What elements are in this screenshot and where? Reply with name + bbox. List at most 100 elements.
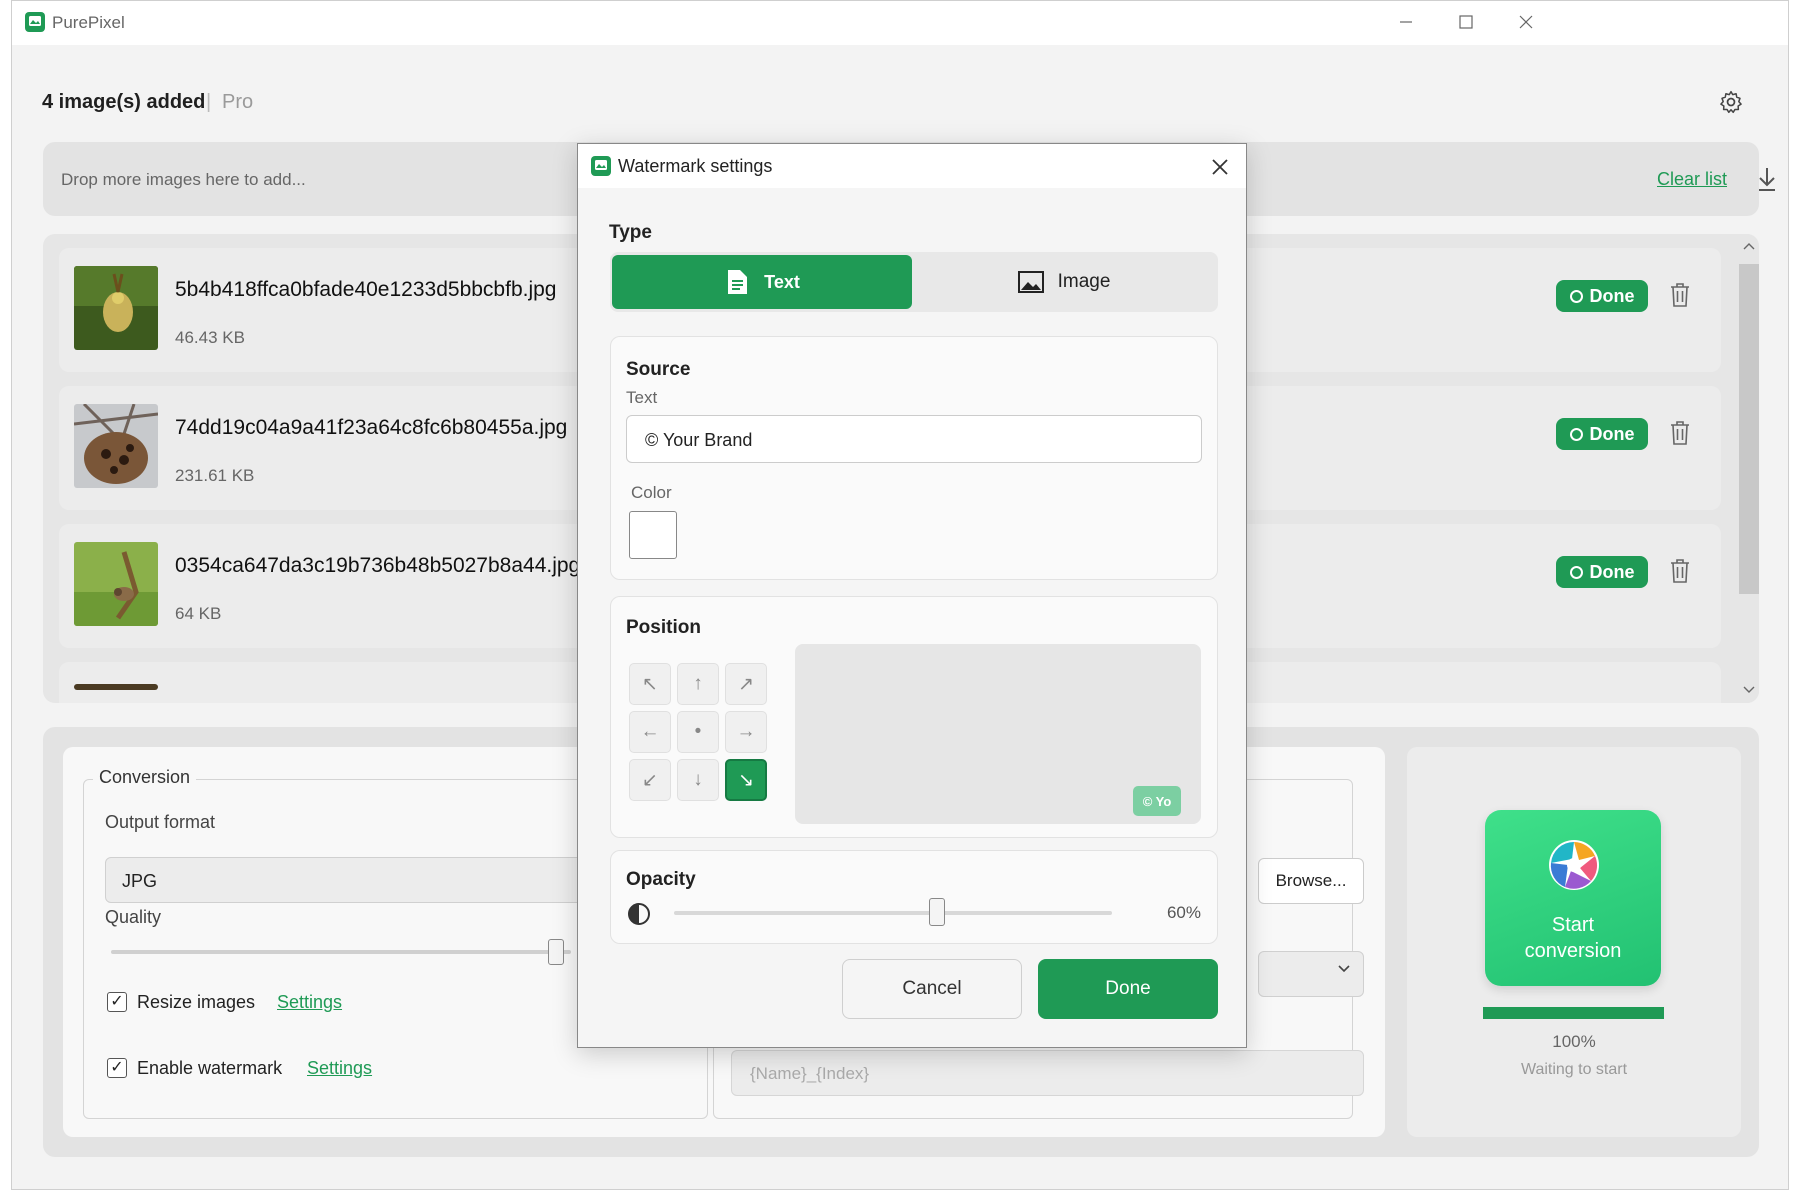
done-button[interactable]: Done xyxy=(1038,959,1218,1019)
opacity-card: Opacity 60% xyxy=(610,850,1218,944)
close-window-button[interactable] xyxy=(1504,7,1548,37)
file-name: 0354ca647da3c19b736b48b5027b8a44.jpg xyxy=(175,554,581,577)
color-label: Color xyxy=(631,483,672,502)
close-icon xyxy=(1519,15,1533,29)
chevron-down-icon xyxy=(1338,965,1350,973)
file-thumbnail xyxy=(74,542,158,626)
position-top-center-button[interactable]: ↑ xyxy=(677,663,719,705)
resize-settings-link[interactable]: Settings xyxy=(277,992,342,1013)
status-badge: Done xyxy=(1556,556,1648,588)
list-scrollbar[interactable] xyxy=(1739,234,1759,703)
quality-label: Quality xyxy=(105,907,162,927)
quality-slider-track[interactable] xyxy=(111,950,571,954)
position-top-left-button[interactable]: ↖ xyxy=(629,663,671,705)
position-bottom-center-button[interactable]: ↓ xyxy=(677,759,719,801)
file-name: 5b4b418ffca0bfade40e1233d5bbcbfb.jpg xyxy=(175,278,557,301)
app-window: PurePixel 4 image(s) added | Pro Drop mo… xyxy=(11,0,1789,1190)
image-count: 4 image(s) added xyxy=(42,91,206,113)
file-thumbnail xyxy=(74,684,158,690)
scroll-down-icon[interactable] xyxy=(1742,684,1756,696)
scroll-thumb[interactable] xyxy=(1739,264,1759,594)
type-label: Type xyxy=(609,222,652,243)
delete-icon[interactable] xyxy=(1669,282,1691,308)
start-conversion-label: Start conversion xyxy=(1524,914,1622,962)
app-logo-icon xyxy=(591,156,611,176)
preview-watermark: © Yo xyxy=(1133,786,1181,816)
position-bottom-left-button[interactable]: ↙ xyxy=(629,759,671,801)
file-size: 231.61 KB xyxy=(175,466,255,485)
maximize-icon xyxy=(1459,15,1473,29)
watermark-text-input[interactable]: © Your Brand xyxy=(626,415,1202,463)
type-toggle: Text Image xyxy=(610,252,1218,312)
status-circle-icon xyxy=(1569,565,1583,579)
status-badge: Done xyxy=(1556,280,1648,312)
source-card: Source Text © Your Brand Color xyxy=(610,336,1218,580)
file-thumbnail xyxy=(74,266,158,350)
title-bar: PurePixel xyxy=(12,1,1788,45)
conversion-legend: Conversion xyxy=(93,767,197,788)
position-label: Position xyxy=(626,617,701,638)
resize-checkbox[interactable]: ✓ xyxy=(107,992,127,1012)
position-middle-right-button[interactable]: → xyxy=(725,711,767,753)
opacity-slider-thumb[interactable] xyxy=(928,898,945,926)
minimize-icon xyxy=(1400,21,1412,23)
position-top-right-button[interactable]: ↗ xyxy=(725,663,767,705)
output-format-value: JPG xyxy=(122,871,158,891)
file-size: 64 KB xyxy=(175,604,222,623)
watermark-settings-dialog: Watermark settings Type Text Image Sourc… xyxy=(577,143,1247,1048)
start-conversion-button[interactable]: Start conversion xyxy=(1485,810,1661,986)
watermark-label: Enable watermark xyxy=(137,1058,283,1078)
progress-fill xyxy=(1483,1007,1664,1019)
clear-list-link[interactable]: Clear list xyxy=(1657,169,1727,190)
status-circle-icon xyxy=(1569,289,1583,303)
position-card: Position ↖ ↑ ↗ ← • → ↙ ↓ ↘ © Yo xyxy=(610,596,1218,838)
delete-icon[interactable] xyxy=(1669,420,1691,446)
text-field-label: Text xyxy=(626,388,658,407)
delete-icon[interactable] xyxy=(1669,558,1691,584)
start-card: Start conversion 100% Waiting to start xyxy=(1407,747,1741,1137)
browse-button[interactable]: Browse... xyxy=(1258,858,1364,904)
conversion-progress-bar xyxy=(1483,1007,1664,1019)
output-format-label: Output format xyxy=(105,812,216,832)
download-icon[interactable] xyxy=(1756,166,1778,192)
minimize-button[interactable] xyxy=(1384,7,1428,37)
progress-percent: 100% xyxy=(1552,1032,1596,1051)
conversion-status: Waiting to start xyxy=(1520,1061,1628,1078)
filename-pattern-placeholder: {Name}_{Index} xyxy=(750,1064,870,1083)
file-size: 46.43 KB xyxy=(175,328,245,347)
opacity-label: Opacity xyxy=(626,869,696,890)
pro-label[interactable]: Pro xyxy=(222,91,253,114)
opacity-value: 60% xyxy=(1166,903,1201,922)
quality-slider-thumb[interactable] xyxy=(548,939,564,965)
dialog-title: Watermark settings xyxy=(618,156,773,176)
document-icon xyxy=(728,270,748,294)
header-separator: | xyxy=(206,91,212,113)
settings-gear-icon[interactable] xyxy=(1718,89,1744,115)
watermark-settings-link[interactable]: Settings xyxy=(307,1058,372,1079)
filename-pattern-input[interactable]: {Name}_{Index} xyxy=(731,1050,1364,1096)
output-option-select[interactable] xyxy=(1258,951,1364,997)
watermark-checkbox[interactable]: ✓ xyxy=(107,1058,127,1078)
type-text-button[interactable]: Text xyxy=(612,255,912,309)
color-swatch[interactable] xyxy=(629,511,677,559)
image-icon xyxy=(1017,271,1044,293)
position-middle-left-button[interactable]: ← xyxy=(629,711,671,753)
contrast-icon xyxy=(628,903,650,925)
position-bottom-right-button[interactable]: ↘ xyxy=(725,759,767,801)
app-logo-icon xyxy=(25,12,45,32)
position-center-button[interactable]: • xyxy=(677,711,719,753)
status-circle-icon xyxy=(1569,427,1583,441)
file-name: 74dd19c04a9a41f23a64c8fc6b80455a.jpg xyxy=(175,416,568,439)
cancel-button[interactable]: Cancel xyxy=(842,959,1022,1019)
scroll-up-icon[interactable] xyxy=(1742,240,1756,252)
maximize-button[interactable] xyxy=(1444,7,1488,37)
dialog-title-bar: Watermark settings xyxy=(578,144,1246,188)
resize-label: Resize images xyxy=(137,992,256,1012)
opacity-slider-track[interactable] xyxy=(674,911,1112,915)
close-icon[interactable] xyxy=(1205,152,1235,182)
aperture-icon xyxy=(1549,840,1599,890)
watermark-preview: © Yo xyxy=(795,644,1201,824)
status-badge: Done xyxy=(1556,418,1648,450)
app-title: PurePixel xyxy=(52,13,125,32)
type-image-button[interactable]: Image xyxy=(912,255,1216,309)
